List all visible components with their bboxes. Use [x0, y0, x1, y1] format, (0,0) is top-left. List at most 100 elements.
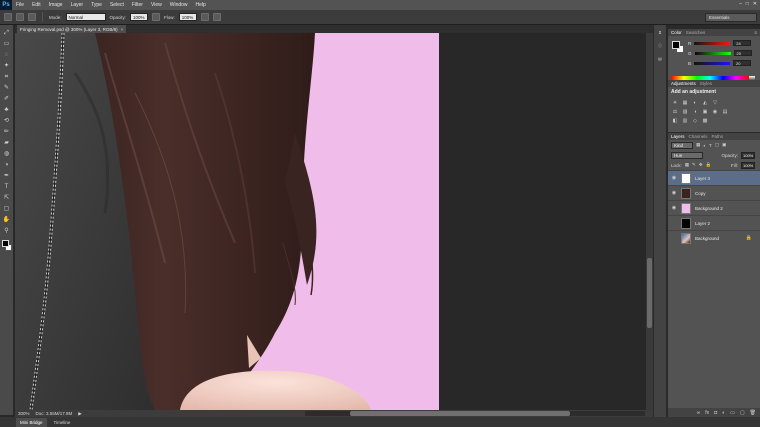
brush-preset-icon[interactable]	[4, 13, 12, 21]
filter-shape-icon[interactable]: ▢	[715, 142, 719, 148]
history-brush-tool-icon[interactable]: ⟲	[3, 117, 11, 125]
tab-adjustments[interactable]: Adjustments	[671, 81, 696, 86]
tab-channels[interactable]: Channels	[689, 134, 708, 139]
close-tab-icon[interactable]: ×	[121, 27, 124, 32]
document-tab[interactable]: Fringing Removal.psd @ 300% (Layer 3, RG…	[17, 25, 127, 33]
layer-row-layer-3[interactable]: ◉ Layer 3	[668, 170, 760, 185]
healing-brush-tool-icon[interactable]: ✐	[3, 95, 11, 103]
menu-layer[interactable]: Layer	[67, 2, 88, 8]
threshold-icon[interactable]: ◇	[692, 118, 698, 124]
blend-mode-select[interactable]: Hue	[671, 151, 703, 159]
zoom-tool-icon[interactable]: ⚲	[3, 227, 11, 235]
panel-menu-icon[interactable]: ≡	[754, 30, 760, 35]
menu-file[interactable]: File	[12, 2, 28, 8]
color-lookup-icon[interactable]: ▤	[722, 109, 728, 115]
layer-kind-filter[interactable]: Kind	[671, 141, 693, 149]
layer-name[interactable]: Background 2	[695, 206, 723, 211]
horizontal-scrollbar[interactable]	[305, 411, 645, 416]
workspace-select[interactable]: Essentials	[705, 13, 757, 22]
mode-select[interactable]: Normal	[65, 13, 106, 21]
blur-tool-icon[interactable]: ◍	[3, 150, 11, 158]
brush-tool-icon[interactable]: ✏	[3, 128, 11, 136]
menu-window[interactable]: Window	[166, 2, 192, 8]
filter-adjustment-icon[interactable]: ◐	[703, 143, 706, 148]
visibility-eye-icon[interactable]: ◉	[671, 205, 677, 211]
menu-image[interactable]: Image	[45, 2, 67, 8]
history-panel-icon[interactable]: ⧗	[656, 29, 665, 37]
pressure-size-icon[interactable]	[212, 13, 221, 21]
tab-mini-bridge[interactable]: Mini Bridge	[16, 417, 47, 427]
new-group-icon[interactable]: ▭	[730, 410, 735, 416]
dodge-tool-icon[interactable]: ◑	[3, 161, 11, 169]
lock-pixels-icon[interactable]: ▦	[685, 162, 689, 168]
menu-type[interactable]: Type	[87, 2, 106, 8]
zoom-level[interactable]: 300%	[18, 411, 30, 416]
green-value[interactable]: 20	[733, 50, 752, 56]
eyedropper-tool-icon[interactable]: ✎	[3, 84, 11, 92]
blue-slider[interactable]	[694, 61, 731, 65]
green-slider[interactable]	[694, 51, 731, 55]
layer-row-layer-2[interactable]: Layer 2	[668, 215, 760, 230]
maximize-icon[interactable]: □	[746, 1, 749, 7]
vertical-scrollbar[interactable]	[646, 33, 653, 410]
layer-name[interactable]: Background	[695, 236, 719, 241]
lock-image-icon[interactable]: ✎	[692, 162, 696, 168]
foreground-color-swatch[interactable]	[1, 240, 9, 247]
filter-pixel-icon[interactable]: ▦	[696, 142, 700, 148]
red-value[interactable]: 24	[733, 40, 752, 46]
foreground-chip[interactable]	[672, 41, 680, 49]
hue-saturation-icon[interactable]: ⚖	[672, 109, 678, 115]
channel-mixer-icon[interactable]: ◉	[712, 109, 718, 115]
crop-tool-icon[interactable]: ⌗	[3, 73, 11, 81]
tab-layers[interactable]: Layers	[671, 134, 685, 139]
layer-name[interactable]: Layer 2	[695, 221, 710, 226]
new-layer-icon[interactable]: ▢	[740, 410, 745, 416]
lock-all-icon[interactable]: 🔒	[706, 162, 712, 168]
pen-tool-icon[interactable]: ✒	[3, 172, 11, 180]
document-canvas[interactable]	[15, 33, 646, 410]
tab-timeline[interactable]: Timeline	[50, 418, 75, 427]
airbrush-icon[interactable]	[200, 13, 209, 21]
tab-paths[interactable]: Paths	[712, 134, 724, 139]
red-slider[interactable]	[694, 41, 731, 45]
layer-opacity-input[interactable]: 100%	[741, 151, 755, 159]
blue-value[interactable]: 20	[733, 60, 752, 66]
menu-view[interactable]: View	[147, 2, 166, 8]
opacity-input[interactable]: 100%	[130, 13, 149, 21]
curves-icon[interactable]: ◐	[692, 100, 698, 106]
link-layers-icon[interactable]: ∞	[697, 410, 701, 416]
brightness-icon[interactable]: ☀	[672, 100, 678, 106]
layer-row-background[interactable]: Background 🔒	[668, 230, 760, 245]
menu-edit[interactable]: Edit	[28, 2, 45, 8]
marquee-tool-icon[interactable]: ▭	[3, 40, 11, 48]
visibility-eye-icon[interactable]: ◉	[671, 190, 677, 196]
close-icon[interactable]: ✕	[753, 1, 757, 7]
layer-name[interactable]: Copy	[695, 191, 706, 196]
fill-input[interactable]: 100%	[741, 161, 755, 169]
tab-styles[interactable]: Styles	[700, 81, 712, 86]
layer-style-icon[interactable]: fx	[705, 410, 709, 416]
status-menu-arrow-icon[interactable]: ▶	[78, 411, 81, 417]
clone-stamp-tool-icon[interactable]: ♣	[3, 106, 11, 114]
hand-tool-icon[interactable]: ✋	[3, 216, 11, 224]
color-swatches[interactable]	[1, 240, 12, 252]
shape-tool-icon[interactable]: ▢	[3, 205, 11, 213]
black-white-icon[interactable]: ◑	[692, 109, 698, 115]
color-balance-icon[interactable]: ▨	[682, 109, 688, 115]
horizontal-scroll-thumb[interactable]	[350, 411, 570, 416]
minimize-icon[interactable]: –	[739, 1, 742, 7]
path-select-tool-icon[interactable]: ⇱	[3, 194, 11, 202]
filter-type-icon[interactable]: T	[709, 143, 712, 148]
menu-help[interactable]: Help	[192, 2, 210, 8]
add-mask-icon[interactable]: ◘	[714, 410, 717, 416]
info-panel-icon[interactable]: ▤	[656, 55, 665, 63]
tab-color[interactable]: Color	[671, 30, 682, 35]
delete-layer-icon[interactable]: 🗑	[750, 410, 756, 416]
menu-select[interactable]: Select	[106, 2, 128, 8]
brush-size-icon[interactable]	[16, 13, 24, 21]
vertical-scroll-thumb[interactable]	[647, 258, 652, 328]
exposure-icon[interactable]: ◭	[702, 100, 708, 106]
move-tool-icon[interactable]: ⤢	[3, 29, 11, 37]
eraser-tool-icon[interactable]: ▰	[3, 139, 11, 147]
flow-input[interactable]: 100%	[178, 13, 197, 21]
